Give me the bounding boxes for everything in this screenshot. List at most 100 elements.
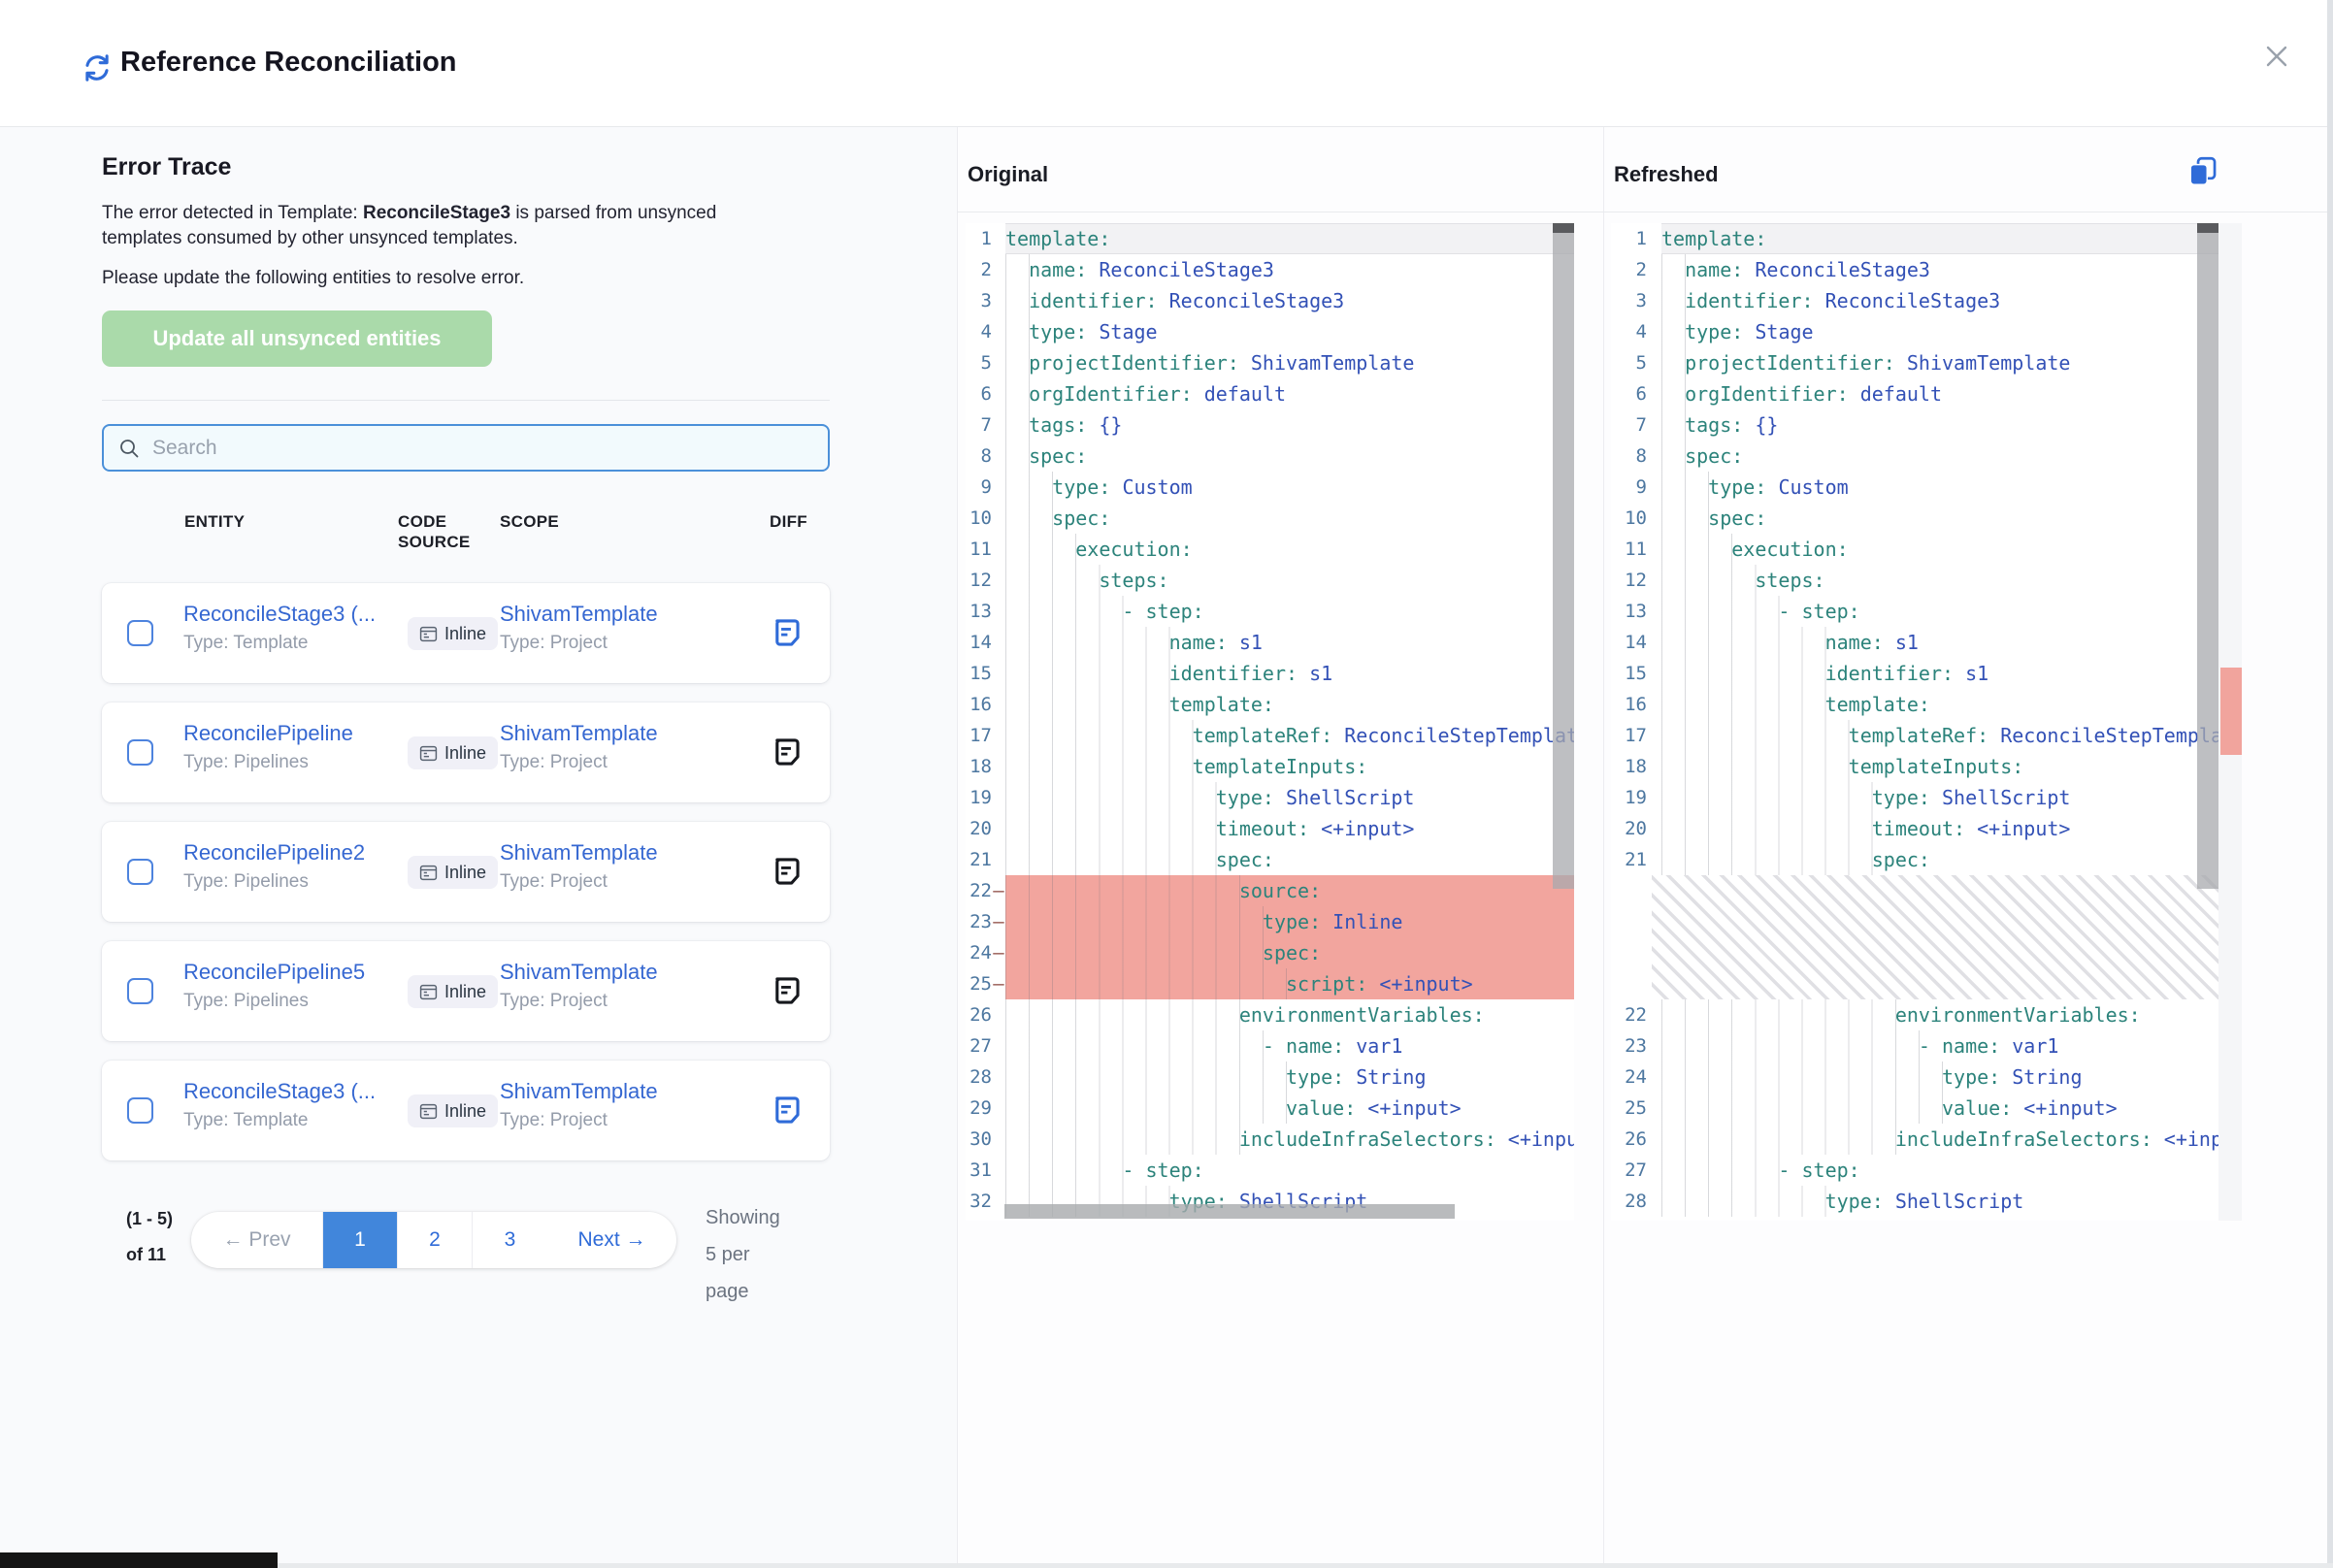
update-all-button[interactable]: Update all unsynced entities — [102, 310, 492, 367]
line-number: 5 — [1611, 347, 1647, 378]
prev-button[interactable]: ← Prev — [191, 1212, 323, 1268]
line-change-marker — [1647, 316, 1661, 347]
line-change-marker — [1647, 999, 1661, 1030]
code-line: 28 type: String — [966, 1062, 1574, 1093]
line-number: 11 — [1611, 534, 1647, 565]
code-line: 18 templateInputs: — [966, 751, 1574, 782]
code-line: 3 identifier: ReconcileStage3 — [1611, 285, 2218, 316]
table-row[interactable]: ReconcileStage3 (...Type: Template Inline… — [102, 1061, 830, 1160]
original-horizontal-scrollbar[interactable] — [1004, 1204, 1455, 1219]
row-checkbox[interactable] — [127, 1097, 153, 1124]
scope-link[interactable]: ShivamTemplate — [500, 1079, 733, 1104]
line-number: 6 — [966, 378, 992, 409]
code-line: 2 name: ReconcileStage3 — [1611, 254, 2218, 285]
entity-link[interactable]: ReconcilePipeline — [183, 721, 397, 746]
diff-icon[interactable] — [770, 855, 803, 888]
code-line: 15 identifier: s1 — [966, 658, 1574, 689]
line-number: 17 — [966, 720, 992, 751]
code-text: - name: var1 — [1661, 1030, 2218, 1062]
code-line: 8 spec: — [1611, 441, 2218, 472]
line-change-marker — [992, 1093, 1005, 1124]
column-header-scope: SCOPE — [500, 511, 559, 532]
row-checkbox[interactable] — [127, 978, 153, 1004]
code-line: 24– spec: — [966, 937, 1574, 968]
code-line: 3 identifier: ReconcileStage3 — [966, 285, 1574, 316]
original-vertical-scrollbar[interactable] — [1553, 223, 1574, 1221]
diff-icon[interactable] — [770, 1094, 803, 1127]
scope-link[interactable]: ShivamTemplate — [500, 721, 733, 746]
scope-link[interactable]: ShivamTemplate — [500, 602, 733, 627]
entity-type: Type: Template — [183, 633, 397, 654]
column-header-diff: DIFF — [770, 511, 807, 532]
search-input[interactable] — [152, 437, 814, 460]
search-icon — [117, 437, 141, 460]
code-text: name: ReconcileStage3 — [1661, 254, 2218, 285]
scrollbar-thumb[interactable] — [1553, 233, 1574, 889]
diff-icon[interactable] — [770, 974, 803, 1007]
diff-icon[interactable] — [770, 735, 803, 768]
table-row[interactable]: ReconcileStage3 (...Type: TemplateInline… — [102, 583, 830, 683]
refreshed-vertical-scrollbar[interactable] — [2197, 223, 2218, 1221]
page-button-2[interactable]: 2 — [398, 1212, 473, 1268]
page-button-1[interactable]: 1 — [323, 1212, 398, 1268]
code-text: timeout: <+input> — [1661, 813, 2218, 844]
code-text: source: — [1005, 875, 1574, 906]
line-number: 19 — [1611, 782, 1647, 813]
code-text: type: ShellScript — [1661, 782, 2218, 813]
line-number: 6 — [1611, 378, 1647, 409]
line-change-marker: – — [992, 875, 1005, 906]
code-line: 25 value: <+input> — [1611, 1093, 2218, 1124]
line-number: 4 — [1611, 316, 1647, 347]
scope-link[interactable]: ShivamTemplate — [500, 840, 733, 866]
diff-icon[interactable] — [770, 616, 803, 649]
page-button-3[interactable]: 3 — [473, 1212, 547, 1268]
line-number: 13 — [966, 596, 992, 627]
entity-link[interactable]: ReconcilePipeline5 — [183, 960, 397, 985]
scope-cell: ShivamTemplateType: Project — [500, 960, 733, 1012]
line-change-marker: – — [992, 937, 1005, 968]
line-change-marker — [992, 689, 1005, 720]
scrollbar-thumb[interactable] — [2197, 233, 2218, 889]
line-number: 5 — [966, 347, 992, 378]
code-line: 14 name: s1 — [966, 627, 1574, 658]
line-number: 23 — [1611, 1030, 1647, 1062]
code-source-badge: Inline — [408, 1094, 498, 1127]
code-text: type: Stage — [1661, 316, 2218, 347]
line-change-marker — [1647, 813, 1661, 844]
code-text: execution: — [1661, 534, 2218, 565]
line-number: 18 — [1611, 751, 1647, 782]
code-text: template: — [1661, 689, 2218, 720]
scope-link[interactable]: ShivamTemplate — [500, 960, 733, 985]
window-edge-bottom — [0, 1563, 2333, 1568]
line-number: 10 — [966, 503, 992, 534]
line-number: 27 — [966, 1030, 992, 1062]
inline-source-icon — [419, 744, 438, 763]
refreshed-code-panel: 1template:2 name: ReconcileStage33 ident… — [1611, 223, 2242, 1221]
entity-link[interactable]: ReconcileStage3 (... — [183, 1079, 397, 1104]
entity-type: Type: Pipelines — [183, 871, 397, 893]
line-change-marker — [992, 1062, 1005, 1093]
entity-link[interactable]: ReconcileStage3 (... — [183, 602, 397, 627]
close-icon[interactable] — [2259, 39, 2294, 74]
code-text: type: Inline — [1005, 906, 1574, 937]
line-change-marker — [1647, 844, 1661, 875]
next-button[interactable]: Next → — [547, 1212, 676, 1268]
table-row[interactable]: ReconcilePipeline2 Type: Pipelines Inline S… — [102, 822, 830, 922]
row-checkbox[interactable] — [127, 739, 153, 766]
code-source-label: Inline — [444, 863, 486, 883]
code-line: 5 projectIdentifier: ShivamTemplate — [1611, 347, 2218, 378]
line-change-marker — [992, 1030, 1005, 1062]
row-checkbox[interactable] — [127, 620, 153, 646]
row-checkbox[interactable] — [127, 859, 153, 885]
entity-link[interactable]: ReconcilePipeline2 — [183, 840, 397, 866]
table-row[interactable]: ReconcilePipeline5Type: PipelinesInlineS… — [102, 941, 830, 1041]
line-change-marker — [1647, 751, 1661, 782]
entity-cell: ReconcileStage3 (...Type: Template — [183, 1079, 397, 1131]
code-text: type: ShellScript — [1661, 1186, 2218, 1217]
copy-icon[interactable] — [2186, 154, 2219, 187]
original-code-panel: 1template:2 name: ReconcileStage33 ident… — [966, 223, 1574, 1221]
code-line: 26 includeInfraSelectors: <+input> — [1611, 1124, 2218, 1155]
table-row[interactable]: ReconcilePipelineType: PipelinesInlineSh… — [102, 702, 830, 802]
line-number: 11 — [966, 534, 992, 565]
code-text: template: — [1661, 223, 2218, 254]
